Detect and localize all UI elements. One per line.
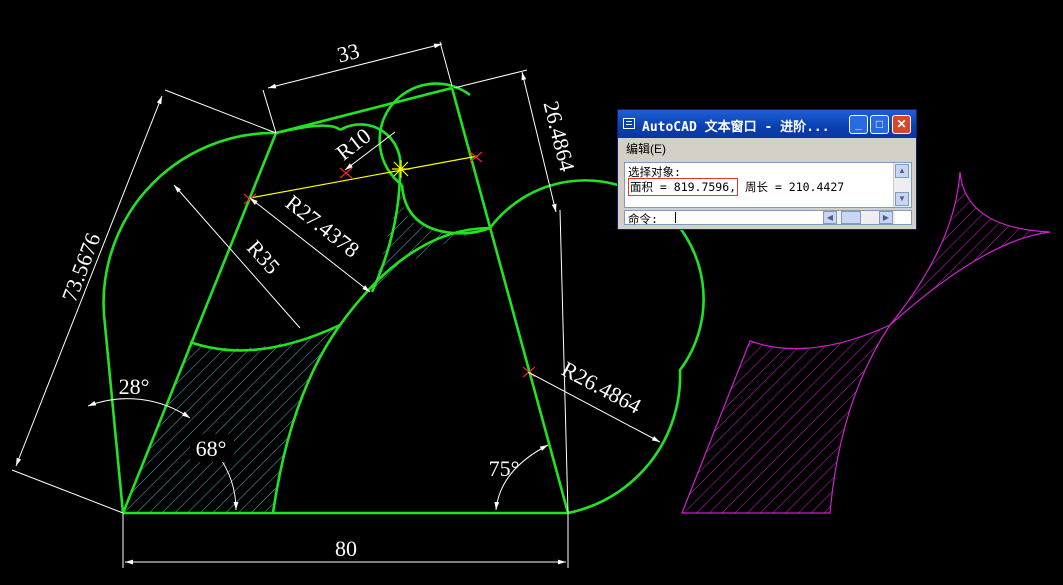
output-area[interactable]: 选择对象: 面积 = 819.7596, 周长 = 210.4427 ▲ ▼ (624, 162, 912, 208)
window-icon (623, 118, 635, 129)
cad-drawing-area[interactable]: 33 26.4864 73.5676 80 R10 R27.4378 R35 R… (0, 0, 1063, 585)
scroll-thumb[interactable] (841, 211, 861, 224)
horizontal-scrollbar[interactable]: ◀ ▶ (823, 211, 895, 224)
scroll-left-icon[interactable]: ◀ (823, 211, 837, 224)
minimize-button[interactable]: _ (849, 115, 868, 134)
autocad-text-window[interactable]: AutoCAD 文本窗口 - 进阶... _ □ ✕ 编辑(E) 选择对象: 面… (617, 109, 917, 230)
drawing-canvas[interactable]: 33 26.4864 73.5676 80 R10 R27.4378 R35 R… (0, 0, 1063, 585)
command-input[interactable] (673, 211, 803, 223)
output-line-area: 面积 = 819.7596, 周长 = 210.4427 (628, 178, 844, 196)
command-label: 命令: (628, 212, 658, 226)
text-window-titlebar[interactable]: AutoCAD 文本窗口 - 进阶... _ □ ✕ (618, 110, 916, 138)
scroll-down-icon[interactable]: ▼ (895, 192, 909, 206)
dim-r26-4864: R26.4864 (558, 356, 646, 419)
intersection-marker (392, 160, 410, 178)
dim-r27-4378: R27.4378 (281, 190, 364, 263)
hatch-region-left (123, 325, 340, 513)
vertical-scrollbar[interactable]: ▲ ▼ (893, 163, 911, 207)
highlighted-region[interactable] (681, 323, 892, 514)
command-row[interactable]: 命令: ◀ ▶ (624, 210, 912, 226)
text-caret (675, 212, 676, 223)
dim-angle-28: 28° (119, 374, 150, 399)
dim-r35: R35 (242, 235, 285, 279)
menu-bar: 编辑(E) (618, 138, 916, 156)
dim-bottom-80: 80 (335, 536, 357, 561)
outline-top-edge (275, 86, 453, 135)
dim-left-73-5676: 73.5676 (57, 229, 106, 305)
dim-top-33: 33 (334, 38, 361, 68)
perimeter-value: 周长 = 210.4427 (738, 180, 845, 194)
scroll-up-icon[interactable]: ▲ (895, 164, 909, 178)
dim-angle-68: 68° (196, 436, 227, 461)
scroll-right-icon[interactable]: ▶ (879, 211, 893, 224)
maximize-button[interactable]: □ (870, 115, 889, 134)
construction-line (249, 155, 479, 199)
dim-angle-75: 75° (489, 456, 520, 481)
area-value-box: 面积 = 819.7596, (628, 178, 739, 196)
window-title: AutoCAD 文本窗口 - 进阶... (642, 120, 830, 135)
close-button[interactable]: ✕ (892, 115, 911, 134)
hatch-region-middle (372, 185, 490, 292)
dim-right-26-4864: 26.4864 (538, 98, 580, 173)
menu-edit[interactable]: 编辑(E) (626, 140, 666, 157)
